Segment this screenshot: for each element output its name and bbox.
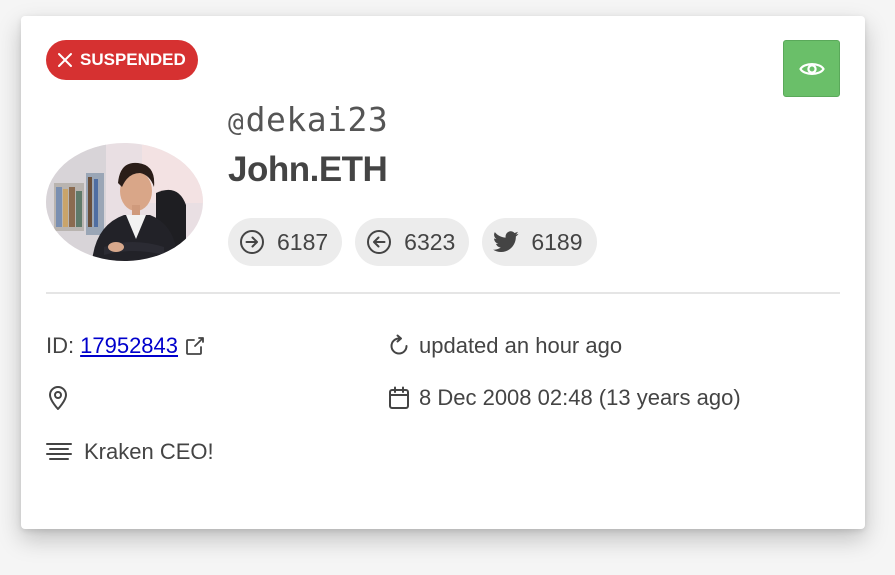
updated-row: updated an hour ago: [387, 333, 622, 359]
id-link[interactable]: 17952843: [80, 333, 178, 359]
tweets-count-chip: 6189: [482, 218, 597, 266]
calendar-icon: [389, 386, 409, 409]
at-symbol: @: [228, 108, 244, 138]
external-link-icon[interactable]: [184, 335, 206, 357]
avatar: [46, 143, 203, 261]
divider: [46, 292, 840, 294]
status-badge-label: SUSPENDED: [80, 50, 186, 69]
updated-text: updated an hour ago: [419, 333, 623, 358]
followers-arrow-left-icon: [367, 230, 392, 254]
id-label: ID:: [46, 333, 75, 358]
username: dekai23: [245, 100, 389, 139]
followers-count: 6323: [404, 228, 456, 255]
eye-icon: [798, 62, 825, 75]
bio-row: Kraken CEO!: [46, 439, 214, 465]
followers-count-chip: 6323: [355, 218, 470, 266]
following-count: 6187: [277, 228, 329, 255]
refresh-icon: [390, 334, 408, 355]
stats-row: 6187 6323 6189: [228, 218, 597, 266]
created-text: 8 Dec 2008 02:48 (13 years ago): [419, 385, 741, 410]
location-row: [46, 385, 78, 411]
tweets-count: 6189: [531, 228, 583, 255]
bio-text: Kraken CEO!: [84, 439, 214, 464]
following-arrow-right-icon: [240, 230, 264, 254]
display-name: John.ETH: [228, 150, 388, 189]
following-count-chip: 6187: [228, 218, 343, 266]
map-pin-icon: [49, 386, 67, 410]
text-lines-icon: [46, 443, 72, 460]
status-badge: SUSPENDED: [46, 40, 198, 80]
close-icon: [58, 53, 72, 67]
profile-card: SUSPENDED @ dekai23 John.ETH 6187 6323 6…: [21, 16, 865, 529]
profile-photo: [46, 143, 203, 261]
username-handle: @ dekai23: [228, 100, 388, 139]
id-row: ID: 17952843: [46, 333, 206, 359]
created-row: 8 Dec 2008 02:48 (13 years ago): [387, 385, 741, 411]
view-button[interactable]: [783, 40, 840, 97]
twitter-bird-icon: [493, 231, 519, 252]
